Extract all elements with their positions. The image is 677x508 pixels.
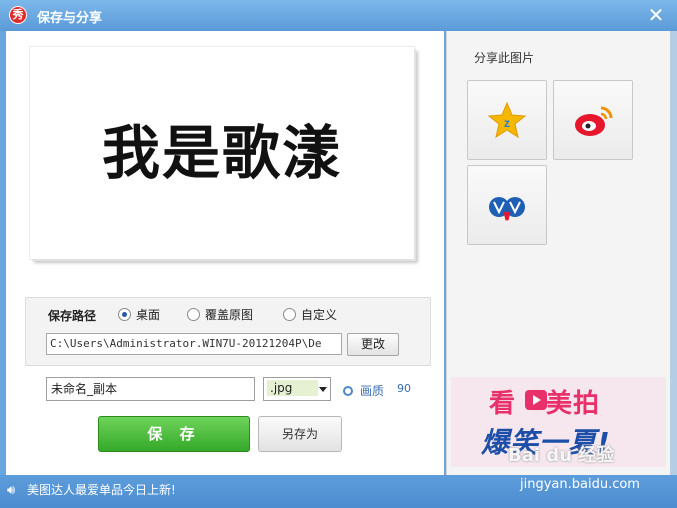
watermark-logo: Bai du 经验 [508,445,615,466]
status-bar: 🔊︎ 美图达人最爱单品今日上新! Bai du 经验 jingyan.baidu… [0,445,677,508]
quality-label: 画质 [360,384,385,398]
save-path-label: 保存路径 [48,309,97,323]
radio-overwrite-label: 覆盖原图 [205,308,254,322]
app-logo-icon: 秀 [9,6,27,24]
watermark-url: jingyan.baidu.com [520,477,640,492]
image-preview: 我是歌漾 [30,47,414,259]
share-qzone-button[interactable]: z [467,80,547,160]
radio-unselected-icon [283,308,296,321]
save-path-input[interactable]: C:\Users\Administrator.WIN7U-20121204P\D… [46,333,342,355]
renren-icon [489,197,525,221]
radio-desktop[interactable]: 桌面 [118,307,160,323]
save-button[interactable]: 保 存 [98,416,250,452]
svg-text:z: z [504,116,510,130]
share-panel: 分享此图片 z 看美拍 爆笑一夏! [446,31,671,475]
play-icon [525,390,547,410]
window-title: 保存与分享 [37,11,103,26]
radio-desktop-label: 桌面 [136,308,161,322]
speaker-icon: 🔊︎ [7,483,16,498]
close-button[interactable]: ✕ [645,4,667,26]
radio-custom[interactable]: 自定义 [283,307,337,323]
ad-headline-part2: 美拍 [546,389,601,419]
format-value: .jpg [267,380,318,396]
chevron-down-icon [319,387,327,392]
radio-overwrite[interactable]: 覆盖原图 [187,307,253,323]
change-path-button[interactable]: 更改 [347,333,399,356]
window-edge [670,31,677,475]
file-name-input[interactable]: 未命名_副本 [46,377,255,401]
status-news-link[interactable]: 美图达人最爱单品今日上新! [27,481,176,498]
save-panel: 我是歌漾 保存路径 桌面 覆盖原图 自定义 C:\Users\Administr… [6,31,444,475]
qzone-icon: z [487,101,527,139]
preview-text: 我是歌漾 [101,119,342,187]
save-as-button[interactable]: 另存为 [258,416,342,452]
share-weibo-button[interactable] [553,80,633,160]
share-title: 分享此图片 [474,51,535,65]
radio-selected-icon [118,308,131,321]
gear-icon [343,386,353,396]
weibo-icon [575,106,613,136]
format-select[interactable]: .jpg [263,377,331,401]
quality-value: 90 [397,382,411,395]
radio-custom-label: 自定义 [301,308,338,322]
quality-link[interactable]: 画质 [343,382,384,399]
save-path-group: 保存路径 桌面 覆盖原图 自定义 C:\Users\Administrator.… [25,297,431,366]
radio-unselected-icon [187,308,200,321]
title-bar: 秀 保存与分享 ✕ [0,0,677,31]
share-renren-button[interactable] [467,165,547,245]
ad-headline-part1: 看 [489,389,517,419]
